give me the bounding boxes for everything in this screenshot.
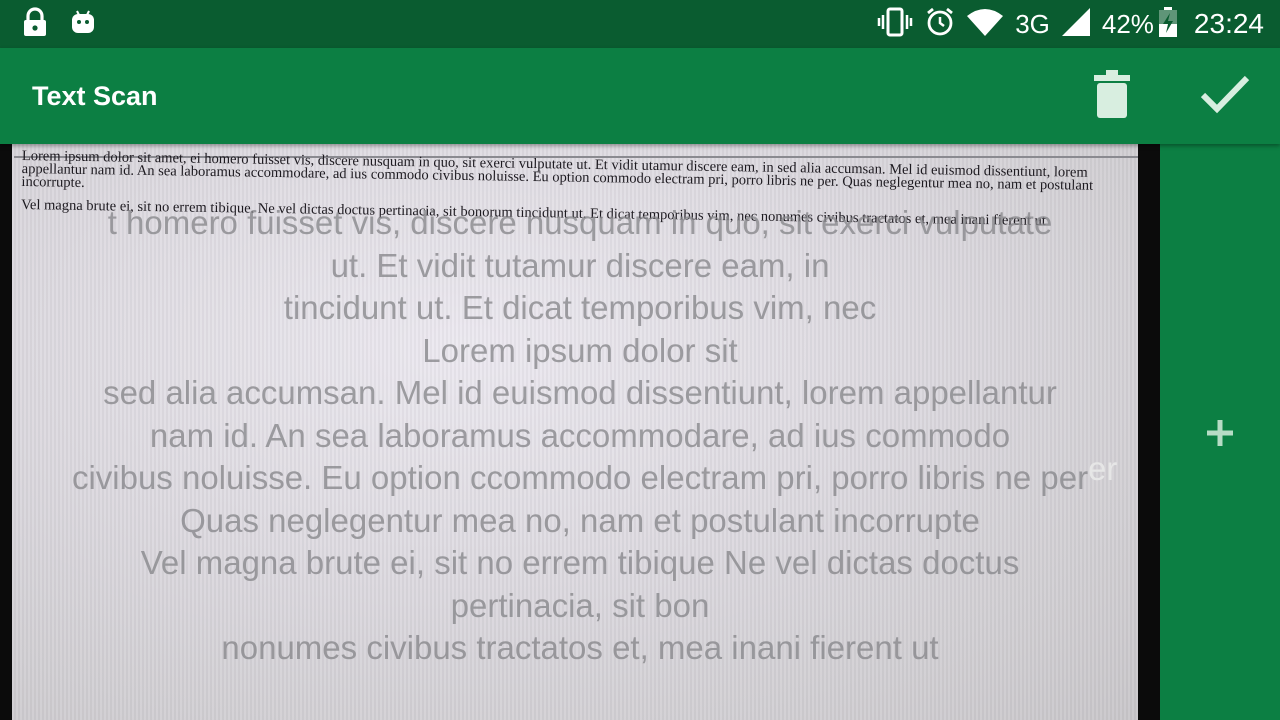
ocr-line: pertinacia, sit bon [450,586,710,624]
ocr-line: Lorem ipsum dolor sit [422,331,738,369]
battery-group: 42% [1102,6,1178,42]
add-button[interactable] [1204,418,1236,452]
wifi-icon [967,8,1004,40]
android-icon [70,9,96,39]
ocr-line: nam id. An sea laboramus accommodare, ad… [149,416,1011,454]
signal-icon [1061,8,1090,40]
vibrate-icon [877,7,913,41]
ocr-line: civibus noluisse. Eu option ccommodo ele… [71,459,1089,496]
alarm-icon [925,7,955,41]
app-bar: Text Scan [0,48,1280,144]
app-title: Text Scan [32,81,158,111]
trash-icon [1094,70,1130,122]
ocr-line: tincidunt ut. Et dicat temporibus vim, n… [283,289,877,326]
ocr-overflow-text: er [1088,450,1118,487]
ocr-line: ut. Et vidit tutamur discere eam, in [330,246,830,284]
checkmark-icon [1200,74,1250,118]
ocr-line: nonumes civibus tractatos et, mea inani … [221,629,939,666]
camera-preview[interactable]: Lorem ipsum dolor sit amet, ei homero fu… [0,144,1160,720]
delete-button[interactable] [1086,68,1138,124]
ocr-text-overlay: t homero fuisset vis, discere nusquam in… [0,202,1160,670]
network-type: 3G [1015,9,1050,39]
ocr-line: sed alia accumsan. Mel id euismod dissen… [103,374,1057,411]
ocr-line: t homero fuisset vis, discere nusquam in… [107,204,1053,241]
confirm-button[interactable] [1196,68,1254,124]
battery-charging-icon [1158,7,1178,41]
lock-icon [22,7,48,41]
ocr-line: Vel magna brute ei, sit no errem tibique… [140,544,1020,581]
plus-icon [1207,420,1233,450]
ocr-line: Quas neglegentur mea no, nam et postulan… [180,501,980,539]
battery-percent: 42% [1101,9,1154,39]
clock: 23:24 [1193,8,1264,39]
status-bar: 3G 42% 23:24 [0,0,1280,48]
